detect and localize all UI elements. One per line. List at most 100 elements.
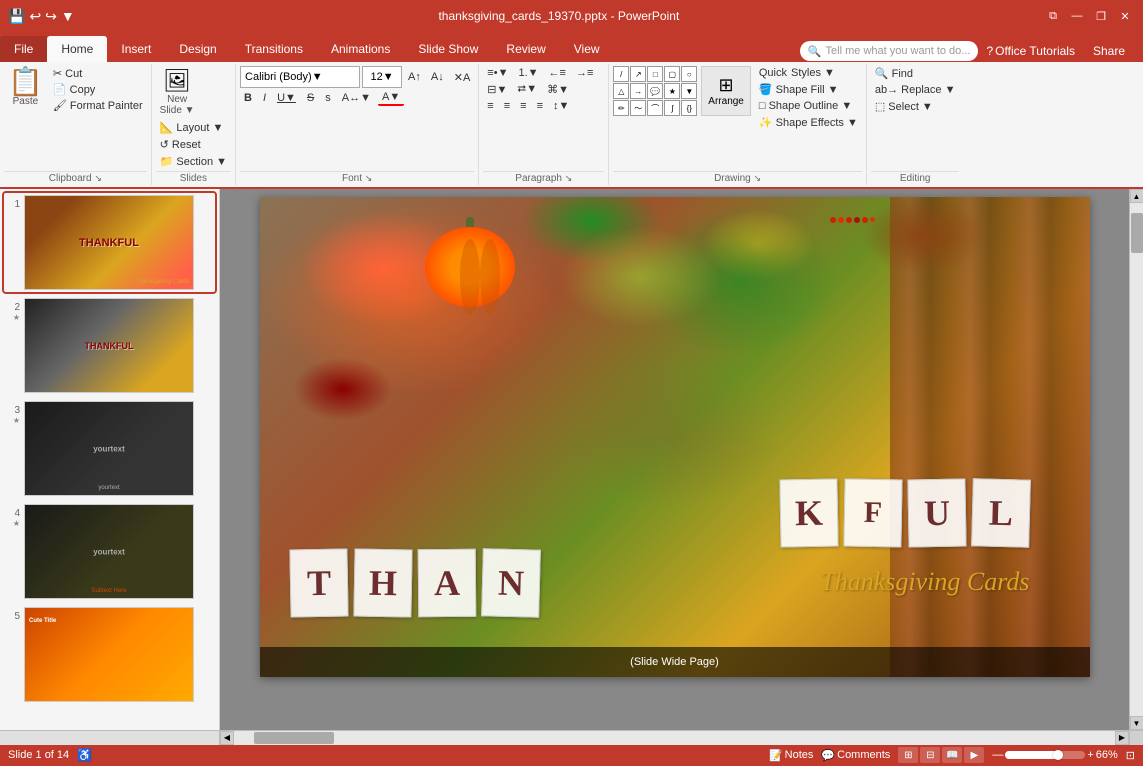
slide-thumb-5[interactable]: 5 Cute Title — [4, 605, 215, 704]
slide-thumb-4[interactable]: 4 ★ yourtext Subtext Here — [4, 502, 215, 601]
close-button[interactable]: ✕ — [1115, 6, 1135, 26]
tab-transitions[interactable]: Transitions — [231, 36, 317, 62]
comments-button[interactable]: 💬Comments — [821, 749, 890, 762]
slide-sorter-button[interactable]: ⊟ — [920, 747, 940, 763]
tab-home[interactable]: Home — [47, 36, 107, 62]
justify-button[interactable]: ≡ — [533, 99, 547, 113]
char-spacing-button[interactable]: A↔▼ — [338, 91, 375, 105]
minimize-button[interactable]: — — [1067, 6, 1087, 26]
shape-connector-icon[interactable]: ⌒ — [647, 100, 663, 116]
shape-callout-icon[interactable]: 💬 — [647, 83, 663, 99]
shape-fill-button[interactable]: 🪣 Shape Fill ▼ — [755, 82, 862, 97]
scroll-down-button[interactable]: ▼ — [1130, 716, 1143, 730]
shape-rect-icon[interactable]: □ — [647, 66, 663, 82]
hscroll-track[interactable] — [234, 731, 1115, 745]
shape-arrow-right-icon[interactable]: → — [630, 83, 646, 99]
maximize-button[interactable]: ❐ — [1091, 6, 1111, 26]
shape-more-icon[interactable]: ▼ — [681, 83, 697, 99]
slide-thumb-2[interactable]: 2 ★ THANKFUL Thanksgiving Cards — [4, 296, 215, 395]
reading-view-button[interactable]: 📖 — [942, 747, 962, 763]
shape-freeform-icon[interactable]: ✏ — [613, 100, 629, 116]
tab-review[interactable]: Review — [492, 36, 559, 62]
tab-animations[interactable]: Animations — [317, 36, 404, 62]
strikethrough-button[interactable]: S — [303, 91, 318, 105]
scroll-right-button[interactable]: ▶ — [1115, 731, 1129, 745]
scroll-thumb[interactable] — [1131, 213, 1143, 253]
bold-button[interactable]: B — [240, 91, 256, 105]
layout-button[interactable]: 📐 Layout ▼ — [156, 120, 228, 135]
columns-button[interactable]: ⊟▼ — [483, 82, 511, 97]
shape-brace-icon[interactable]: {} — [681, 100, 697, 116]
section-button[interactable]: 📁 Section ▼ — [156, 154, 231, 169]
line-spacing-button[interactable]: ↕▼ — [549, 99, 573, 113]
cut-button[interactable]: ✂ Cut — [49, 66, 147, 81]
zoom-thumb[interactable] — [1053, 750, 1063, 760]
shadow-button[interactable]: s — [321, 91, 335, 105]
shape-outline-button[interactable]: □ Shape Outline ▼ — [755, 99, 862, 113]
bullets-button[interactable]: ≡•▼ — [483, 66, 512, 80]
underline-button[interactable]: U▼ — [273, 91, 300, 105]
font-decrease-button[interactable]: A↓ — [427, 70, 448, 84]
save-icon[interactable]: 💾 — [8, 8, 25, 25]
font-size-dropdown[interactable]: 12▼ — [362, 66, 402, 88]
paste-button[interactable]: 📋 Paste — [4, 66, 47, 109]
align-left-button[interactable]: ≡ — [483, 99, 497, 113]
hscroll-thumb[interactable] — [254, 732, 334, 744]
fit-slide-button[interactable]: ⊡ — [1126, 749, 1135, 762]
tab-slideshow[interactable]: Slide Show — [404, 36, 492, 62]
vertical-scrollbar[interactable]: ▲ ▼ — [1129, 189, 1143, 730]
shape-connector2-icon[interactable]: ∫ — [664, 100, 680, 116]
new-slide-button[interactable]: 🖼 New Slide ▼ — [156, 66, 199, 118]
canvas-area[interactable]: T H A N K F U L Thanksgiving Cards (Slid… — [220, 189, 1129, 730]
shape-arrow-icon[interactable]: ↗ — [630, 66, 646, 82]
scroll-track[interactable] — [1130, 203, 1143, 716]
clear-formatting-button[interactable]: ✕A — [450, 70, 475, 85]
font-increase-button[interactable]: A↑ — [404, 70, 425, 84]
select-button[interactable]: ⬚ Select ▼ — [871, 99, 937, 114]
redo-icon[interactable]: ↪ — [45, 8, 57, 25]
convert-to-smartart-button[interactable]: ⌘▼ — [543, 82, 573, 97]
undo-icon[interactable]: ↩ — [29, 8, 41, 25]
shape-curve-icon[interactable]: 〜 — [630, 100, 646, 116]
copy-button[interactable]: 📄 Copy — [49, 82, 147, 97]
slideshow-button[interactable]: ▶ — [964, 747, 984, 763]
tab-view[interactable]: View — [560, 36, 614, 62]
quick-styles-button[interactable]: QuickStyles ▼ — [755, 66, 862, 80]
horizontal-scrollbar[interactable]: ◀ ▶ — [220, 731, 1129, 744]
reset-button[interactable]: ↺ Reset — [156, 137, 205, 152]
format-painter-button[interactable]: 🖌 Format Painter — [49, 98, 147, 113]
increase-indent-button[interactable]: →≡ — [572, 66, 597, 80]
zoom-slider[interactable] — [1005, 751, 1085, 759]
align-center-button[interactable]: ≡ — [500, 99, 514, 113]
zoom-in-button[interactable]: + — [1087, 749, 1093, 761]
arrange-button[interactable]: ⊞ Arrange — [701, 66, 751, 116]
numbering-button[interactable]: 1.▼ — [514, 66, 542, 80]
decrease-indent-button[interactable]: ←≡ — [545, 66, 570, 80]
normal-view-button[interactable]: ⊞ — [898, 747, 918, 763]
shape-effects-button[interactable]: ✨ Shape Effects ▼ — [755, 115, 862, 130]
search-input[interactable]: Tell me what you want to do... — [826, 45, 971, 57]
office-tutorials-link[interactable]: ? Office Tutorials — [986, 44, 1075, 58]
tab-design[interactable]: Design — [165, 36, 230, 62]
notes-button[interactable]: 📝Notes — [769, 749, 813, 762]
shape-triangle-icon[interactable]: △ — [613, 83, 629, 99]
align-right-button[interactable]: ≡ — [516, 99, 530, 113]
tab-insert[interactable]: Insert — [107, 36, 165, 62]
italic-button[interactable]: I — [259, 91, 270, 105]
shape-oval-icon[interactable]: ○ — [681, 66, 697, 82]
shape-rounded-rect-icon[interactable]: ▢ — [664, 66, 680, 82]
slide-thumb-3[interactable]: 3 ★ yourtext yourtext — [4, 399, 215, 498]
accessibility-icon[interactable]: ♿ — [77, 748, 92, 762]
font-name-dropdown[interactable]: Calibri (Body)▼ — [240, 66, 360, 88]
shape-star-icon[interactable]: ★ — [664, 83, 680, 99]
shape-line-icon[interactable]: / — [613, 66, 629, 82]
find-button[interactable]: 🔍 Find — [871, 66, 917, 81]
zoom-out-button[interactable]: — — [992, 749, 1003, 761]
scroll-left-button[interactable]: ◀ — [220, 731, 234, 745]
scroll-up-button[interactable]: ▲ — [1130, 189, 1143, 203]
tab-file[interactable]: File — [0, 36, 47, 62]
customize-icon[interactable]: ▼ — [61, 8, 75, 24]
slide-thumb-1[interactable]: 1 THANKFUL Thanksgiving Cards — [4, 193, 215, 292]
restore-down-icon[interactable]: ⧉ — [1043, 6, 1063, 26]
text-direction-button[interactable]: ⮂▼ — [513, 82, 541, 97]
